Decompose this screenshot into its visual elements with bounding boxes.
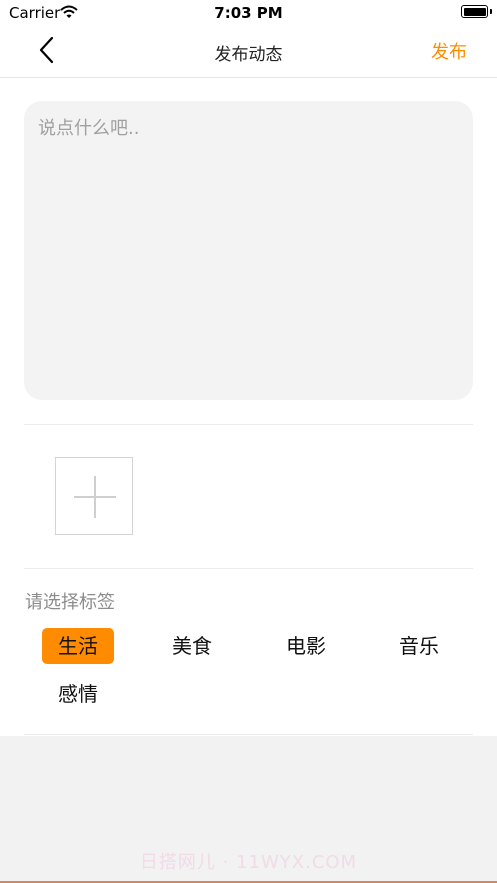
divider [24,424,473,425]
publish-button[interactable]: 发布 [431,38,467,64]
divider [24,568,473,569]
battery-icon [461,5,488,18]
tag-food[interactable]: 美食 [156,628,228,664]
status-bar: Carrier 7:03 PM [0,0,497,26]
clock: 7:03 PM [214,4,283,22]
post-text-input[interactable] [24,101,473,400]
tag-life[interactable]: 生活 [42,628,114,664]
add-photo-button[interactable] [55,457,133,535]
page-title: 发布动态 [214,45,283,65]
battery-cap [490,9,492,14]
divider [24,734,473,735]
tag-movie[interactable]: 电影 [270,628,342,664]
tag-prompt: 请选择标签 [25,592,115,613]
tag-music[interactable]: 音乐 [383,628,455,664]
tag-emotion[interactable]: 感情 [42,676,114,712]
battery-fill [463,7,486,16]
navigation-bar: 发布动态 发布 [0,26,497,78]
watermark: 日搭网儿 · 11WYX.COM [139,852,358,873]
